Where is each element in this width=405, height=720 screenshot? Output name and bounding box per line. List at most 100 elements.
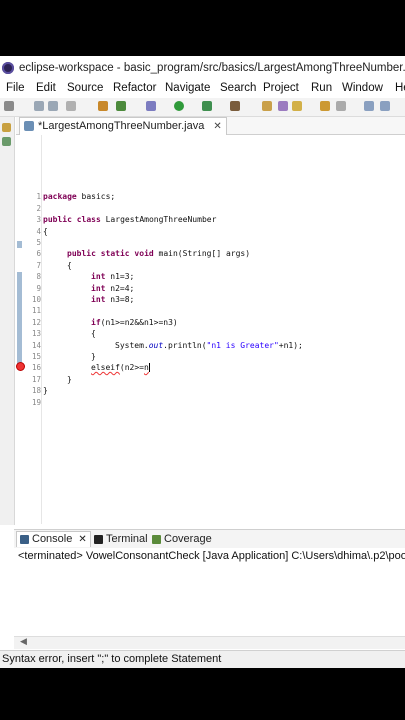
- menu-file[interactable]: File: [6, 82, 25, 94]
- keyword: if: [91, 318, 101, 327]
- run-tools-icon[interactable]: [202, 101, 212, 111]
- keyword: public class: [43, 215, 101, 224]
- code-text-span: basics;: [76, 192, 116, 201]
- external-tools-icon[interactable]: [230, 101, 240, 111]
- menu-run[interactable]: Run: [311, 82, 332, 94]
- code-line: int n2=4;: [91, 284, 134, 293]
- code-line: package basics;: [43, 192, 115, 201]
- code-line: }: [91, 352, 96, 361]
- console-status-text: <terminated> VowelConsonantCheck [Java A…: [18, 550, 405, 562]
- console-icon: [20, 534, 29, 544]
- line-number: 17: [31, 375, 41, 384]
- code-text-span: (n2>=: [119, 363, 144, 372]
- tab-label: Terminal: [106, 533, 148, 545]
- keyword: int: [91, 284, 106, 293]
- line-number: 11: [31, 306, 41, 315]
- tab-coverage[interactable]: Coverage: [152, 532, 212, 546]
- code-text-span: .println(: [163, 341, 207, 350]
- close-icon[interactable]: ✕: [213, 121, 221, 132]
- line-number: 14: [31, 341, 41, 350]
- menu-project[interactable]: Project: [263, 82, 299, 94]
- close-icon[interactable]: ✕: [78, 534, 86, 545]
- main-toolbar: [0, 98, 405, 117]
- code-line: }: [43, 386, 48, 395]
- line-number: 19: [31, 398, 41, 407]
- coverage-icon[interactable]: [116, 101, 126, 111]
- editor-tab-bar: *LargestAmongThreeNumber.java ✕: [16, 117, 405, 135]
- keyword: int: [91, 295, 106, 304]
- open-task-icon[interactable]: [278, 101, 288, 111]
- code-text-span: n2=4;: [105, 284, 135, 293]
- line-number: 12: [31, 318, 41, 327]
- menu-source[interactable]: Source: [67, 82, 103, 94]
- scroll-left-icon[interactable]: ◀: [20, 636, 27, 647]
- code-line: public class LargestAmongThreeNumber: [43, 215, 216, 224]
- code-text-span: (n1>=n2&&n1>=n3): [100, 318, 178, 327]
- tab-label: Coverage: [164, 533, 212, 545]
- code-line: public static void main(String[] args): [67, 249, 250, 258]
- line-number: 10: [31, 295, 41, 304]
- line-number: 18: [31, 386, 41, 395]
- code-text-span: main(String[] args): [153, 249, 251, 258]
- annotation-icon[interactable]: [320, 101, 330, 111]
- status-message: Syntax error, insert ";" to complete Sta…: [2, 653, 222, 665]
- code-line: if(n1>=n2&&n1>=n3): [91, 318, 178, 327]
- new-icon[interactable]: [4, 101, 14, 111]
- code-line: {: [91, 329, 96, 338]
- quick-diff-marker: [17, 272, 22, 364]
- field-name: out: [148, 341, 164, 350]
- print-icon[interactable]: [66, 101, 76, 111]
- save-all-icon[interactable]: [48, 101, 58, 111]
- eclipse-logo-icon: [2, 62, 14, 74]
- string-literal: "n1 is Greater": [206, 341, 279, 350]
- error-marker-icon[interactable]: [16, 362, 25, 371]
- package-explorer-icon[interactable]: [2, 123, 11, 132]
- search-icon[interactable]: [292, 101, 302, 111]
- menu-search[interactable]: Search: [220, 82, 256, 94]
- change-gutter: [16, 135, 25, 524]
- menu-help[interactable]: He: [395, 82, 405, 94]
- console-view[interactable]: <terminated> VowelConsonantCheck [Java A…: [14, 548, 405, 649]
- forward-icon[interactable]: [380, 101, 390, 111]
- code-line: {: [67, 261, 72, 270]
- editor-tab[interactable]: *LargestAmongThreeNumber.java ✕: [19, 117, 227, 135]
- outline-icon[interactable]: [2, 137, 11, 146]
- code-line-error: elseif(n2>=n: [91, 363, 150, 372]
- console-horizontal-scrollbar[interactable]: ◀: [14, 636, 405, 649]
- menu-refactor[interactable]: Refactor: [113, 82, 156, 94]
- keyword: public static void: [67, 249, 154, 258]
- tab-label: Console: [32, 533, 73, 545]
- menu-window[interactable]: Window: [342, 82, 383, 94]
- run-icon[interactable]: [174, 101, 184, 111]
- console-tab-bar: Console ✕ Terminal Coverage: [14, 529, 405, 549]
- debug-icon[interactable]: [146, 101, 156, 111]
- menu-navigate[interactable]: Navigate: [165, 82, 210, 94]
- menu-edit[interactable]: Edit: [36, 82, 56, 94]
- code-line: System.out.println("n1 is Greater"+n1);: [115, 341, 303, 350]
- keyword: package: [43, 192, 77, 201]
- code-text-span: n1=3;: [105, 272, 135, 281]
- text-caret: [148, 363, 150, 372]
- code-line: {: [43, 227, 48, 236]
- ruler-separator: [41, 135, 42, 524]
- open-type-icon[interactable]: [262, 101, 272, 111]
- tab-console[interactable]: Console ✕: [16, 531, 91, 547]
- coverage-icon: [152, 534, 161, 544]
- code-text-span: LargestAmongThreeNumber: [100, 215, 217, 224]
- next-annotation-icon[interactable]: [336, 101, 346, 111]
- save-icon[interactable]: [34, 101, 44, 111]
- line-number: 13: [31, 329, 41, 338]
- code-text-span: +n1);: [278, 341, 303, 350]
- code-line: }: [67, 375, 72, 384]
- back-icon[interactable]: [364, 101, 374, 111]
- build-icon[interactable]: [98, 101, 108, 111]
- tab-terminal[interactable]: Terminal: [94, 532, 148, 546]
- eclipse-window: eclipse-workspace - basic_program/src/ba…: [0, 56, 405, 668]
- code-text-span: elseif: [91, 363, 120, 372]
- quick-diff-marker: [17, 241, 22, 248]
- code-line: int n1=3;: [91, 272, 134, 281]
- code-editor[interactable]: 1 2 3 4 5 6 7 8 9 10 11 12 13 14 15 16 1…: [16, 135, 405, 524]
- line-number: 15: [31, 352, 41, 361]
- code-text-span: n3=8;: [105, 295, 135, 304]
- keyword: int: [91, 272, 106, 281]
